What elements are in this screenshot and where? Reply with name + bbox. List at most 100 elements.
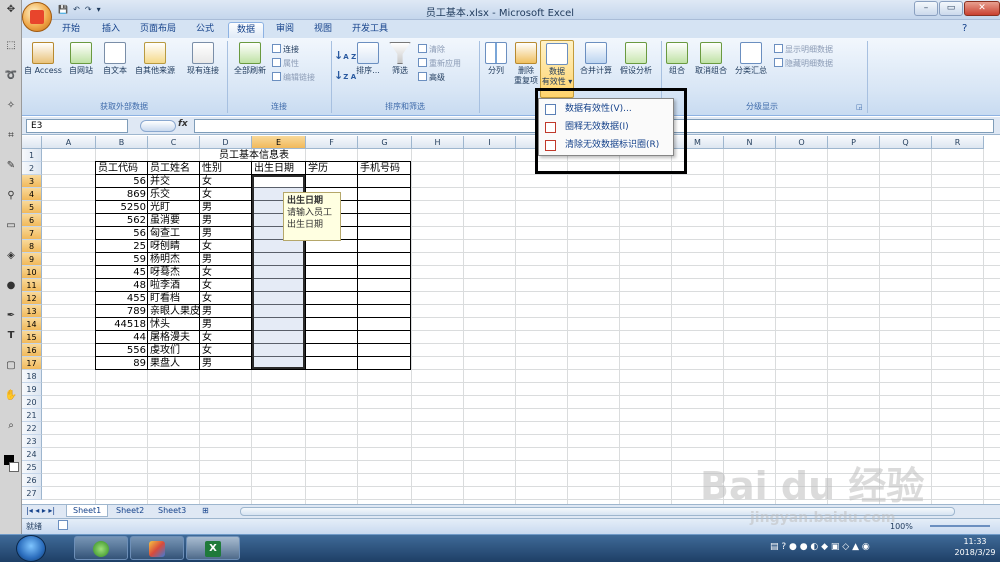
column-header[interactable]: R — [932, 136, 984, 149]
taskbar-app-paint[interactable] — [130, 536, 184, 560]
row-header[interactable]: 26 — [22, 474, 42, 487]
consolidate-button[interactable]: 合并计算 — [576, 42, 616, 76]
edit-links-button[interactable]: 编辑链接 — [272, 72, 315, 83]
column-header[interactable]: E — [252, 136, 306, 149]
tab-developer[interactable]: 开发工具 — [344, 22, 396, 38]
row-header[interactable]: 8 — [22, 240, 42, 253]
row-header[interactable]: 7 — [22, 227, 42, 240]
worksheet-grid[interactable]: ABCDEFGHIJKLMNOPQR1234567891011121314151… — [22, 136, 1000, 504]
row-header[interactable]: 6 — [22, 214, 42, 227]
row-header[interactable]: 13 — [22, 305, 42, 318]
pen-tool-icon[interactable]: ✒ — [4, 310, 18, 322]
bucket-tool-icon[interactable]: ◈ — [4, 250, 18, 262]
what-if-analysis-button[interactable]: 假设分析 — [616, 42, 656, 76]
column-header[interactable]: F — [306, 136, 358, 149]
customize-toolbar-icon[interactable]: ▾ — [97, 5, 101, 14]
row-header[interactable]: 1 — [22, 149, 42, 162]
column-header[interactable]: P — [828, 136, 880, 149]
save-icon[interactable]: 💾 — [58, 5, 68, 14]
ungroup-button[interactable]: 取消组合 — [692, 42, 730, 76]
row-header[interactable]: 19 — [22, 383, 42, 396]
from-web-button[interactable]: 自网站 — [66, 42, 96, 76]
filter-button[interactable]: 筛选 — [386, 42, 414, 76]
insert-function-icon[interactable]: fx — [178, 119, 188, 129]
help-icon[interactable]: ? — [962, 23, 967, 34]
row-header[interactable]: 2 — [22, 162, 42, 175]
active-cell[interactable] — [254, 177, 303, 187]
dodge-tool-icon[interactable]: ● — [4, 280, 18, 292]
from-access-button[interactable]: 自 Access — [24, 42, 62, 76]
column-header[interactable]: B — [96, 136, 148, 149]
taskbar-app-excel[interactable]: X — [186, 536, 240, 560]
tab-data[interactable]: 数据 — [228, 22, 265, 38]
sheet-tab-2[interactable]: Sheet2 — [110, 505, 150, 517]
text-to-columns-button[interactable]: 分列 — [482, 42, 510, 76]
subtotal-button[interactable]: 分类汇总 — [732, 42, 770, 76]
type-tool-icon[interactable]: T — [4, 330, 18, 342]
row-header[interactable]: 11 — [22, 279, 42, 292]
column-header[interactable]: A — [42, 136, 96, 149]
row-header[interactable]: 20 — [22, 396, 42, 409]
eraser-tool-icon[interactable]: ▭ — [4, 220, 18, 232]
marquee-tool-icon[interactable]: ⬚ — [4, 40, 18, 52]
brush-tool-icon[interactable]: ✎ — [4, 160, 18, 172]
insert-sheet-icon[interactable]: ⊞ — [196, 505, 215, 517]
crop-tool-icon[interactable]: ⌗ — [4, 130, 18, 142]
column-header[interactable]: I — [464, 136, 516, 149]
hand-tool-icon[interactable]: ✋ — [4, 390, 18, 402]
group-button[interactable]: 组合 — [664, 42, 690, 76]
tab-review[interactable]: 审阅 — [268, 22, 302, 38]
row-header[interactable]: 21 — [22, 409, 42, 422]
clear-filter-button[interactable]: 清除 — [418, 44, 445, 55]
dialog-launcher-icon[interactable]: ◲ — [856, 102, 863, 113]
system-clock[interactable]: 11:33 2018/3/29 — [950, 536, 1000, 558]
show-detail-button[interactable]: 显示明细数据 — [774, 44, 833, 55]
connections-button[interactable]: 连接 — [272, 44, 299, 55]
sheet-nav-arrows-icon[interactable]: |◂ ◂ ▸ ▸| — [26, 505, 55, 516]
name-box[interactable]: E3 — [26, 119, 128, 133]
shape-tool-icon[interactable]: ▢ — [4, 360, 18, 372]
tab-view[interactable]: 视图 — [306, 22, 340, 38]
zoom-tool-icon[interactable]: ⌕ — [4, 420, 18, 432]
from-other-sources-button[interactable]: 自其他来源 — [132, 42, 178, 76]
quick-access-toolbar[interactable]: 💾 ↶ ↷ ▾ — [58, 4, 101, 15]
formula-expand-button[interactable] — [140, 120, 176, 132]
row-header[interactable]: 22 — [22, 422, 42, 435]
row-header[interactable]: 15 — [22, 331, 42, 344]
row-header[interactable]: 18 — [22, 370, 42, 383]
tab-home[interactable]: 开始 — [54, 22, 88, 38]
hide-detail-button[interactable]: 隐藏明细数据 — [774, 58, 833, 69]
column-header[interactable]: H — [412, 136, 464, 149]
row-header[interactable]: 12 — [22, 292, 42, 305]
lasso-tool-icon[interactable]: ➰ — [4, 70, 18, 82]
system-tray-icons[interactable]: ▤ ? ● ● ◐ ◆ ▣ ◇ ▲ ◉ — [770, 542, 870, 553]
row-header[interactable]: 16 — [22, 344, 42, 357]
sheet-tab-3[interactable]: Sheet3 — [152, 505, 192, 517]
row-header[interactable]: 23 — [22, 435, 42, 448]
advanced-filter-button[interactable]: 高级 — [418, 72, 445, 83]
column-header[interactable]: D — [200, 136, 252, 149]
macro-record-icon[interactable] — [58, 520, 68, 530]
sheet-tab-1[interactable]: Sheet1 — [66, 505, 109, 517]
sort-button[interactable]: 排序... — [352, 42, 384, 76]
column-header[interactable]: Q — [880, 136, 932, 149]
row-header[interactable]: 24 — [22, 448, 42, 461]
from-text-button[interactable]: 自文本 — [100, 42, 130, 76]
tab-page-layout[interactable]: 页面布局 — [132, 22, 184, 38]
row-header[interactable]: 4 — [22, 188, 42, 201]
tab-insert[interactable]: 插入 — [94, 22, 128, 38]
refresh-all-button[interactable]: 全部刷新 — [230, 42, 270, 76]
redo-icon[interactable]: ↷ — [85, 5, 92, 14]
taskbar-app-browser[interactable] — [74, 536, 128, 560]
row-header[interactable]: 10 — [22, 266, 42, 279]
row-header[interactable]: 27 — [22, 487, 42, 500]
background-color-swatch[interactable] — [9, 462, 19, 472]
move-tool-icon[interactable]: ✥ — [4, 4, 18, 16]
select-all-corner[interactable] — [22, 136, 42, 149]
maximize-button[interactable]: ▭ — [939, 1, 963, 16]
undo-icon[interactable]: ↶ — [73, 5, 80, 14]
properties-button[interactable]: 属性 — [272, 58, 299, 69]
row-header[interactable]: 9 — [22, 253, 42, 266]
wand-tool-icon[interactable]: ✧ — [4, 100, 18, 112]
row-header[interactable]: 17 — [22, 357, 42, 370]
